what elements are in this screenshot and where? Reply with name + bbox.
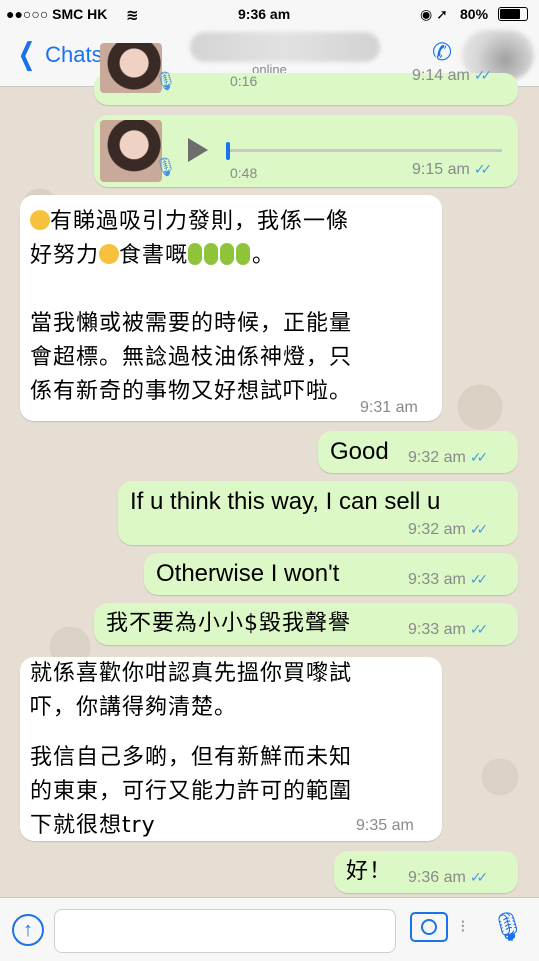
voice-message[interactable]: 🎙 0:48 9:15 am ✓✓ [94, 115, 518, 187]
read-ticks-icon: ✓✓ [469, 521, 489, 537]
message-list[interactable]: 🎙 0:16 9:14 am ✓✓ 🎙 0:48 9:15 am ✓✓ 有睇過吸引力… [0, 43, 539, 897]
caterpillar-emoji-icon [204, 243, 219, 265]
phone-icon[interactable]: ✆ [432, 38, 452, 67]
play-icon[interactable] [188, 138, 208, 162]
microphone-icon[interactable]: 🎙 [490, 910, 526, 943]
read-ticks-icon: ✓✓ [473, 67, 493, 83]
message-text: 就係喜歡你咁認真先搵你買嚟試 吓，你講得夠清楚。 [30, 661, 353, 720]
playback-track[interactable] [230, 149, 502, 152]
mic-icon: 🎙 [154, 157, 177, 177]
caterpillar-emoji-icon [236, 243, 251, 265]
message-time: 9:36 am ✓✓ [408, 869, 489, 886]
message-text: 我不要為小小$毀我聲譽 [106, 611, 351, 636]
outgoing-message[interactable]: If u think this way, I can sell u 9:32 a… [118, 481, 518, 545]
voice-duration: 0:16 [230, 73, 258, 89]
composer-bar: ↑ ⁝ 🎙 [0, 897, 539, 961]
voice-duration: 0:48 [230, 165, 258, 181]
message-text: 我信自己多啲，但有新鮮而未知 的東東，可行又能力許可的範圍 下就很想try [30, 745, 353, 838]
lock-icon: ◉ ➚ [420, 6, 448, 22]
message-time: 9:33 am ✓✓ [408, 621, 489, 638]
camera-icon[interactable] [410, 912, 448, 942]
sender-avatar-thumb [100, 120, 162, 182]
message-text: Good [330, 438, 389, 465]
mic-icon: 🎙 [154, 71, 177, 91]
message-text: If u think this way, I can sell u [130, 488, 441, 515]
read-ticks-icon: ✓✓ [469, 571, 489, 587]
status-bar: ●●○○○ SMC HK ≋ 9:36 am ◉ ➚ 80% [0, 0, 539, 28]
message-time: 9:32 am ✓✓ [408, 521, 489, 538]
smile-emoji-icon [99, 244, 120, 264]
outgoing-message[interactable]: 我不要為小小$毀我聲譽 9:33 am ✓✓ [94, 603, 518, 645]
read-ticks-icon: ✓✓ [473, 161, 493, 177]
battery-percent: 80% [460, 6, 489, 22]
message-text: 當我懶或被需要的時候，正能量 會超標。無諗過枝油係神燈，只 係有新奇的事物又好想… [30, 311, 353, 404]
contact-name-blurred[interactable] [190, 32, 380, 62]
sender-avatar-thumb [100, 43, 162, 93]
read-ticks-icon: ✓✓ [469, 621, 489, 637]
outgoing-message[interactable]: Otherwise I won't 9:33 am ✓✓ [144, 553, 518, 595]
read-ticks-icon: ✓✓ [469, 869, 489, 885]
wifi-icon: ≋ [126, 7, 139, 24]
voice-message[interactable]: 🎙 0:16 9:14 am ✓✓ [94, 43, 518, 105]
message-time: 9:15 am ✓✓ [412, 161, 493, 178]
incoming-message[interactable]: 就係喜歡你咁認真先搵你買嚟試 吓，你講得夠清楚。 我信自己多啲，但有新鮮而未知 … [20, 657, 442, 841]
battery-icon [498, 7, 528, 21]
clock: 9:36 am [238, 6, 291, 22]
upload-arrow-icon[interactable]: ↑ [12, 914, 44, 946]
message-text: 好！ [346, 859, 393, 884]
carrier-label: ●●○○○ SMC HK [6, 6, 108, 22]
message-time: 9:33 am ✓✓ [408, 571, 489, 588]
incoming-message[interactable]: 有睇過吸引力發則，我係一條 好努力 食書嘅。 當我懶或被需要的時候，正能量 會超標… [20, 195, 442, 421]
message-input[interactable] [54, 909, 396, 953]
message-time: 9:32 am ✓✓ [408, 449, 489, 466]
message-time: 9:35 am [356, 817, 414, 834]
caterpillar-emoji-icon [188, 243, 203, 265]
smile-emoji-icon [30, 210, 50, 230]
more-dots-icon[interactable]: ⁝ [460, 916, 466, 937]
message-time: 9:14 am ✓✓ [412, 67, 493, 84]
outgoing-message[interactable]: 好！ 9:36 am ✓✓ [334, 851, 518, 893]
message-text: Otherwise I won't [156, 560, 340, 587]
message-time: 9:31 am [360, 399, 418, 416]
message-text: 有睇過吸引力發則，我係一條 好努力 食書嘅。 [30, 209, 350, 268]
read-ticks-icon: ✓✓ [469, 449, 489, 465]
caterpillar-emoji-icon [220, 243, 235, 265]
outgoing-message[interactable]: Good 9:32 am ✓✓ [318, 431, 518, 473]
